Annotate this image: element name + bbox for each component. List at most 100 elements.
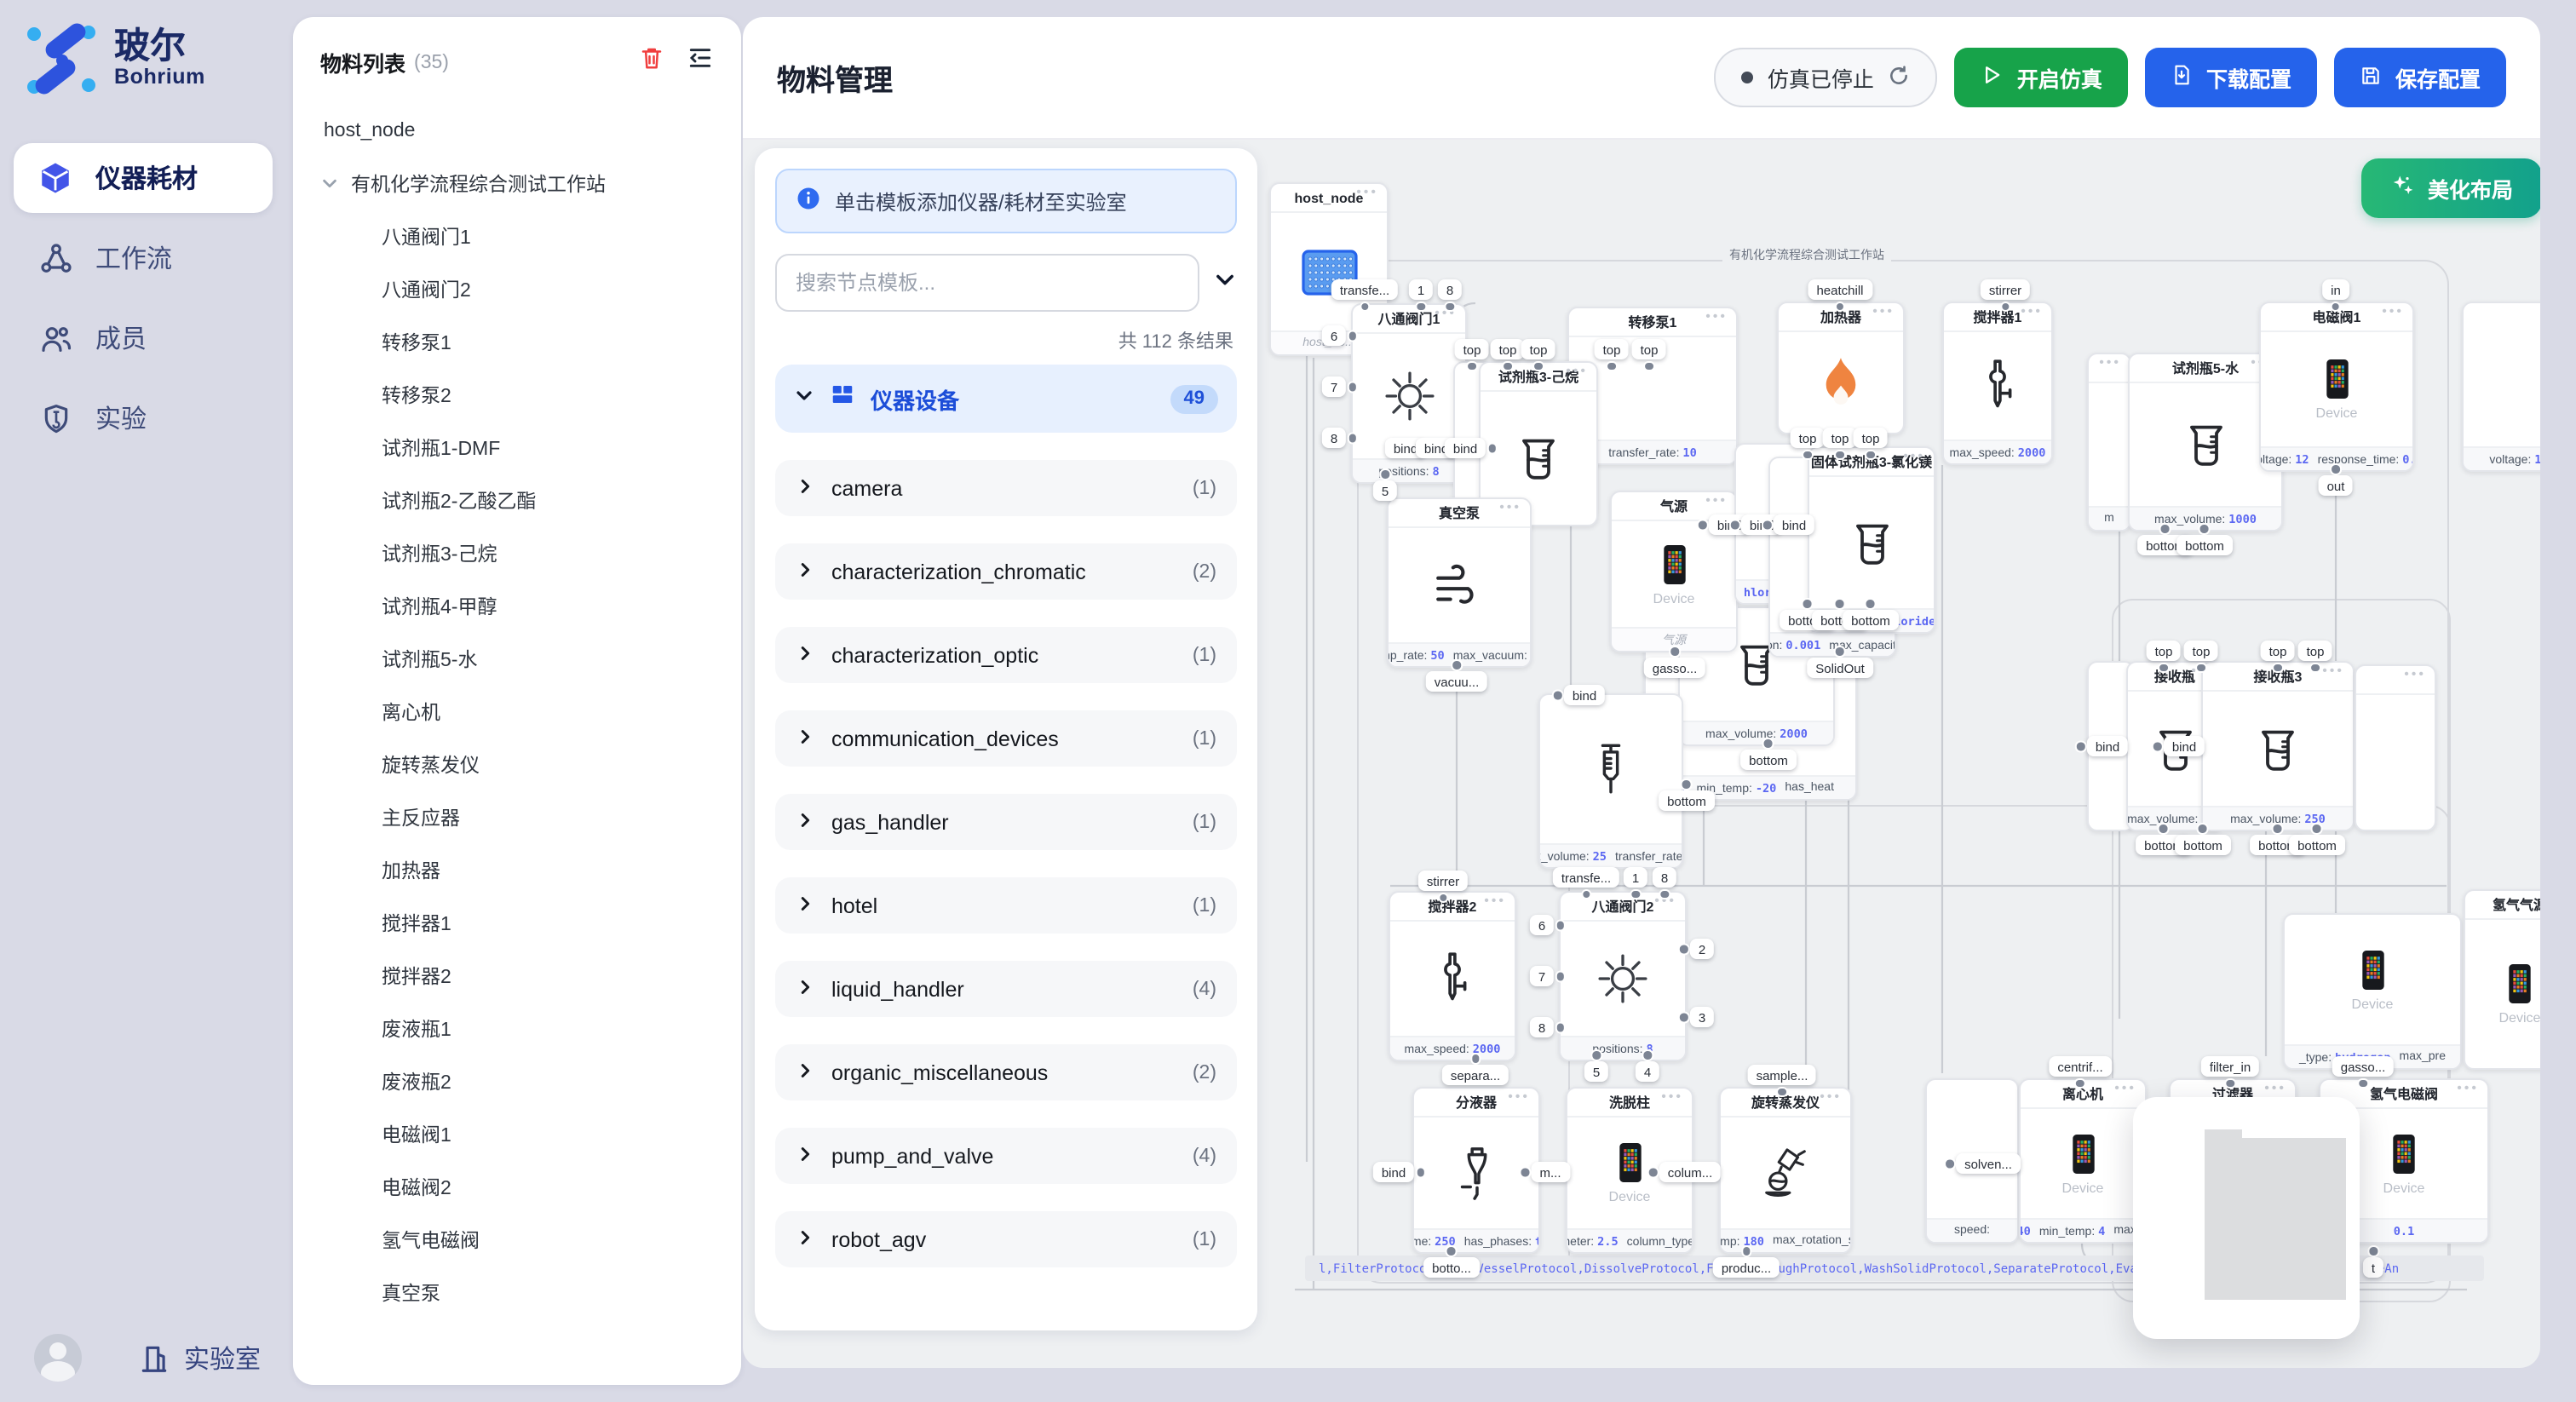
port-connector-dot[interactable]: [1659, 888, 1670, 899]
port-connector-dot[interactable]: [2152, 741, 2163, 752]
category-row-communication_devices[interactable]: communication_devices(1): [775, 710, 1237, 767]
node-menu-icon[interactable]: •••: [2099, 354, 2121, 370]
port-connector-dot[interactable]: [1379, 468, 1390, 480]
tree-item[interactable]: 加热器: [293, 843, 741, 896]
port-pill-SolidOut[interactable]: SolidOut: [1807, 658, 1873, 678]
port-pill-bottom[interactable]: bottom: [2175, 835, 2231, 855]
tree-item[interactable]: 主反应器: [293, 790, 741, 843]
port-pill-transfe[interactable]: transfe...: [1331, 279, 1398, 300]
save-config-button[interactable]: 保存配置: [2334, 48, 2506, 107]
port-connector-dot[interactable]: [1520, 1167, 1531, 1178]
node-menu-icon[interactable]: •••: [1872, 303, 1895, 319]
port-connector-dot[interactable]: [1866, 449, 1877, 460]
node-menu-icon[interactable]: •••: [2114, 1080, 2136, 1095]
port-connector-dot[interactable]: [1415, 1167, 1426, 1178]
beautify-layout-button[interactable]: 美化布局: [2361, 158, 2540, 218]
port-connector-dot[interactable]: [1360, 301, 1371, 312]
tree-item[interactable]: 电磁阀2: [293, 1160, 741, 1213]
port-pill-bottom[interactable]: bottom: [1843, 610, 1899, 630]
port-pill-bind[interactable]: bind: [1445, 438, 1486, 458]
port-connector-dot[interactable]: [1762, 520, 1773, 531]
port-pill-5[interactable]: 5: [1373, 480, 1397, 501]
port-pill-bottom[interactable]: bottom: [2289, 835, 2345, 855]
start-simulation-button[interactable]: 开启仿真: [1954, 48, 2128, 107]
port-connector-dot[interactable]: [1644, 360, 1655, 371]
port-connector-dot[interactable]: [1451, 659, 1462, 670]
port-connector-dot[interactable]: [2357, 1077, 2368, 1089]
category-row-hotel[interactable]: hotel(1): [775, 877, 1237, 934]
port-pill-sample[interactable]: sample...: [1748, 1065, 1817, 1085]
port-connector-dot[interactable]: [1999, 301, 2010, 312]
port-pill-stirrer[interactable]: stirrer: [1981, 279, 2030, 300]
port-connector-dot[interactable]: [1835, 449, 1846, 460]
tree-item[interactable]: 废液瓶2: [293, 1054, 741, 1107]
port-pill-top[interactable]: top: [1632, 339, 1667, 359]
port-pill-bind[interactable]: bind: [1774, 514, 1814, 535]
port-connector-dot[interactable]: [1607, 360, 1618, 371]
port-pill-top[interactable]: top: [1823, 428, 1858, 448]
category-row-liquid_handler[interactable]: liquid_handler(4): [775, 961, 1237, 1017]
port-pill-in[interactable]: in: [2322, 279, 2349, 300]
canvas-node[interactable]: max_volume: 25transfer_rate: 10: [1538, 693, 1683, 869]
port-connector-dot[interactable]: [2075, 1077, 2086, 1089]
port-connector-dot[interactable]: [1944, 1158, 1955, 1169]
port-connector-dot[interactable]: [2199, 523, 2211, 534]
tree-item[interactable]: 试剂瓶1-DMF: [293, 421, 741, 474]
node-menu-icon[interactable]: •••: [2382, 303, 2404, 319]
port-connector-dot[interactable]: [2312, 823, 2323, 834]
port-pill-vacuu[interactable]: vacuu...: [1426, 671, 1488, 692]
port-connector-dot[interactable]: [2368, 1245, 2379, 1256]
category-row-robot_agv[interactable]: robot_agv(1): [775, 1211, 1237, 1267]
port-pill-colum[interactable]: colum...: [1659, 1162, 1722, 1182]
node-menu-icon[interactable]: •••: [2264, 1080, 2286, 1095]
node-menu-icon[interactable]: •••: [1356, 184, 1378, 199]
port-pill-bottom[interactable]: bottom: [1659, 790, 1715, 811]
category-row-gas_handler[interactable]: gas_handler(1): [775, 794, 1237, 850]
port-connector-dot[interactable]: [1555, 1022, 1566, 1033]
canvas-node-八通阀门2[interactable]: 八通阀门2•••positions: 8: [1559, 891, 1687, 1061]
port-connector-dot[interactable]: [1552, 690, 1563, 701]
port-pill-m[interactable]: m...: [1532, 1162, 1570, 1182]
port-pill-7[interactable]: 7: [1530, 966, 1554, 986]
node-menu-icon[interactable]: •••: [1705, 308, 1728, 324]
port-connector-dot[interactable]: [2331, 301, 2342, 312]
port-connector-dot[interactable]: [2075, 741, 2086, 752]
sidebar-item-instruments[interactable]: 仪器耗材: [14, 143, 273, 213]
tree-item[interactable]: 试剂瓶2-乙酸乙酯: [293, 474, 741, 526]
node-menu-icon[interactable]: •••: [1820, 1089, 1842, 1104]
tree-item[interactable]: 试剂瓶4-甲醇: [293, 579, 741, 632]
port-pill-top[interactable]: top: [1595, 339, 1630, 359]
node-menu-icon[interactable]: •••: [2021, 303, 2043, 319]
port-connector-dot[interactable]: [1803, 449, 1814, 460]
port-pill-heatchill[interactable]: heatchill: [1808, 279, 1872, 300]
port-connector-dot[interactable]: [1642, 1049, 1653, 1060]
port-connector-dot[interactable]: [1444, 301, 1455, 312]
port-connector-dot[interactable]: [1581, 888, 1592, 899]
port-connector-dot[interactable]: [2310, 662, 2321, 673]
port-connector-dot[interactable]: [1437, 892, 1448, 903]
port-pill-6[interactable]: 6: [1530, 915, 1554, 935]
tree-item[interactable]: 转移泵1: [293, 315, 741, 368]
port-connector-dot[interactable]: [1555, 971, 1566, 982]
canvas-node-离心机[interactable]: 离心机•••Devicep: 40min_temp: 4max_spe: [2019, 1078, 2147, 1244]
port-pill-gasso[interactable]: gasso...: [1644, 658, 1706, 678]
port-pill-bind[interactable]: bind: [2087, 736, 2128, 756]
port-connector-dot[interactable]: [1682, 779, 1693, 790]
port-pill-top[interactable]: top: [1455, 339, 1490, 359]
port-pill-top[interactable]: top: [2261, 641, 2296, 661]
port-pill-filter_in[interactable]: filter_in: [2201, 1056, 2259, 1077]
sidebar-item-workflow[interactable]: 工作流: [14, 223, 273, 293]
sim-status-badge[interactable]: 仿真已停止: [1715, 48, 1937, 107]
node-menu-icon[interactable]: •••: [1661, 1089, 1683, 1104]
tree-item[interactable]: 搅拌器1: [293, 896, 741, 949]
port-connector-dot[interactable]: [1763, 738, 1774, 749]
port-pill-produc[interactable]: produc...: [1713, 1257, 1780, 1278]
node-menu-icon[interactable]: •••: [1566, 363, 1588, 378]
port-connector-dot[interactable]: [1866, 598, 1877, 609]
port-pill-out[interactable]: out: [2319, 475, 2354, 496]
collapse-outline-icon[interactable]: [687, 44, 714, 80]
port-connector-dot[interactable]: [1467, 360, 1478, 371]
port-pill-8[interactable]: 8: [1322, 428, 1346, 448]
category-row-organic_miscellaneous[interactable]: organic_miscellaneous(2): [775, 1044, 1237, 1100]
chevron-down-icon[interactable]: [1213, 267, 1237, 299]
